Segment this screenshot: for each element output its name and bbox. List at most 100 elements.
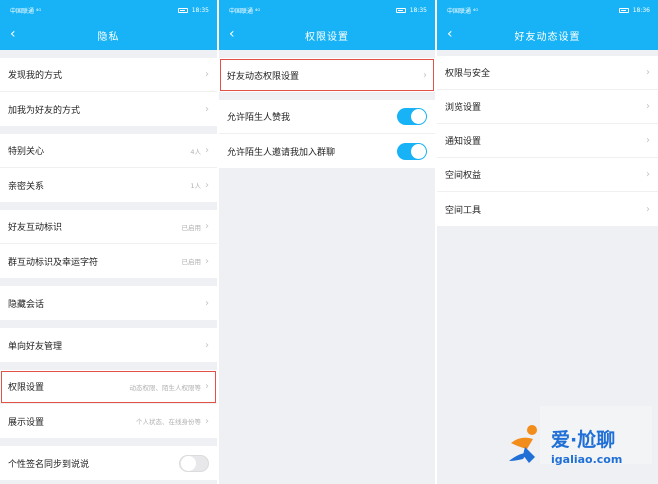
status-time: 18:35 [409, 6, 427, 14]
row-permission-settings[interactable]: 权限设置 动态权限、陌生人权限等 › [0, 370, 217, 404]
row-label: 浏览设置 [445, 103, 482, 113]
row-permission-security[interactable]: 权限与安全 › [437, 56, 658, 90]
status-bar: 中国联通 ⁴ᴳ 18:36 [437, 0, 658, 20]
row-label: 好友互动标识 [8, 223, 63, 233]
chevron-right-icon: › [423, 69, 427, 81]
row-label: 个性签名同步到说说 [8, 459, 90, 470]
chevron-right-icon: › [646, 135, 650, 146]
watermark-name: 爱·尬聊 [551, 428, 616, 451]
row-browse-settings[interactable]: 浏览设置 › [437, 90, 658, 124]
row-label: 空间权益 [445, 171, 482, 181]
back-arrow-icon[interactable]: ‹ [447, 27, 453, 41]
chevron-right-icon: › [205, 103, 209, 115]
row-value: 4人 [190, 147, 201, 156]
row-value: 动态权限、陌生人权限等 [129, 383, 202, 392]
chevron-right-icon: › [646, 169, 650, 180]
chevron-right-icon: › [205, 255, 209, 267]
permission-settings-screen: 中国联通 ⁴ᴳ 18:35 ‹ 权限设置 好友动态权限设置 › 允许陌生人赞我 … [219, 0, 435, 484]
chevron-right-icon: › [646, 101, 650, 112]
row-value: 1人 [190, 182, 201, 190]
chevron-right-icon: › [205, 297, 209, 309]
row-label: 单向好友管理 [8, 341, 63, 352]
settings-group: 好友动态权限设置 › [219, 58, 435, 92]
row-intimate-relation[interactable]: 亲密关系 1人 › [0, 168, 217, 202]
row-add-friend-method[interactable]: 加我为好友的方式 › [0, 92, 217, 126]
carrier-text: 中国联通 ⁴ᴳ [447, 7, 479, 15]
row-one-way-friends[interactable]: 单向好友管理 › [0, 328, 217, 362]
chevron-right-icon: › [205, 339, 209, 351]
allow-stranger-invite-toggle[interactable] [397, 142, 427, 160]
chevron-right-icon: › [646, 67, 650, 78]
status-bar: 中国联通 ⁴ᴳ 18:35 [0, 0, 217, 20]
row-label: 隐藏会话 [8, 299, 45, 310]
page-title: 隐私 [97, 31, 120, 43]
chevron-right-icon: › [205, 221, 209, 232]
chevron-right-icon: › [205, 415, 209, 427]
row-label: 允许陌生人赞我 [227, 113, 291, 123]
row-signature-sync: 个性签名同步到说说 [0, 446, 217, 480]
row-group-interaction-badge[interactable]: 群互动标识及幸运字符 已启用 › [0, 244, 217, 278]
toggle-knob [411, 143, 426, 159]
row-label: 权限与安全 [445, 69, 491, 79]
nav-bar: ‹ 隐私 [0, 20, 217, 50]
settings-group: 好友互动标识 已启用 › 群互动标识及幸运字符 已启用 › [0, 210, 217, 278]
battery-icon [618, 7, 629, 13]
settings-group: 隐藏会话 › [0, 286, 217, 320]
nav-bar: ‹ 权限设置 [219, 20, 435, 50]
row-label: 通知设置 [445, 137, 482, 147]
status-time: 18:36 [632, 6, 650, 14]
row-label: 权限设置 [8, 383, 45, 393]
row-display-settings[interactable]: 展示设置 个人状态、在线身份等 › [0, 404, 217, 438]
allow-stranger-like-toggle[interactable] [397, 108, 427, 125]
row-value: 已启用 [181, 223, 202, 232]
settings-group: 允许陌生人赞我 允许陌生人邀请我加入群聊 [219, 100, 435, 168]
row-label: 展示设置 [8, 417, 45, 428]
row-space-tools[interactable]: 空间工具 › [437, 192, 658, 226]
row-label: 空间工具 [445, 205, 482, 216]
row-value: 个人状态、在线身份等 [136, 418, 201, 426]
signature-sync-toggle[interactable] [179, 454, 209, 472]
row-label: 允许陌生人邀请我加入群聊 [227, 147, 336, 158]
row-discover-me[interactable]: 发现我的方式 › [0, 58, 217, 92]
row-hidden-chats[interactable]: 隐藏会话 › [0, 286, 217, 320]
carrier-text: 中国联通 ⁴ᴳ [10, 7, 42, 15]
row-allow-stranger-group-invite: 允许陌生人邀请我加入群聊 [219, 134, 435, 168]
settings-group: 单向好友管理 › [0, 328, 217, 362]
nav-bar: ‹ 好友动态设置 [437, 20, 658, 50]
row-label: 好友动态权限设置 [227, 71, 300, 82]
chevron-right-icon: › [205, 381, 209, 392]
watermark-url: igaliao.com [551, 452, 623, 466]
row-friend-interaction-badge[interactable]: 好友互动标识 已启用 › [0, 210, 217, 244]
back-arrow-icon[interactable]: ‹ [229, 27, 235, 41]
runner-logo-icon [509, 425, 537, 463]
battery-icon [177, 7, 188, 13]
settings-group: 发现我的方式 › 加我为好友的方式 › [0, 58, 217, 126]
settings-group: 特别关心 4人 › 亲密关系 1人 › [0, 134, 217, 202]
row-special-care[interactable]: 特别关心 4人 › [0, 134, 217, 168]
row-value: 已启用 [181, 258, 202, 266]
toggle-knob [411, 109, 426, 124]
site-watermark: 爱·尬聊 igaliao.com [505, 406, 655, 472]
status-time: 18:35 [191, 6, 209, 14]
row-space-benefits[interactable]: 空间权益 › [437, 158, 658, 192]
settings-group: 个性签名同步到说说 [0, 446, 217, 480]
chevron-right-icon: › [205, 179, 209, 191]
chevron-right-icon: › [205, 145, 209, 156]
row-label: 亲密关系 [8, 181, 45, 192]
row-allow-stranger-like: 允许陌生人赞我 [219, 100, 435, 134]
carrier-text: 中国联通 ⁴ᴳ [229, 7, 261, 15]
page-title: 好友动态设置 [514, 31, 581, 43]
row-notification-settings[interactable]: 通知设置 › [437, 124, 658, 158]
row-label: 发现我的方式 [8, 71, 63, 81]
privacy-screen: 中国联通 ⁴ᴳ 18:35 ‹ 隐私 发现我的方式 › 加我为好友的方式 › 特… [0, 0, 217, 484]
page-title: 权限设置 [305, 31, 349, 43]
row-label: 加我为好友的方式 [8, 105, 81, 116]
back-arrow-icon[interactable]: ‹ [10, 27, 16, 41]
chevron-right-icon: › [646, 203, 650, 215]
settings-group: 权限设置 动态权限、陌生人权限等 › 展示设置 个人状态、在线身份等 › [0, 370, 217, 438]
row-label: 特别关心 [8, 147, 45, 157]
row-friend-feed-permission[interactable]: 好友动态权限设置 › [219, 58, 435, 92]
chevron-right-icon: › [205, 69, 209, 80]
settings-group: 权限与安全 › 浏览设置 › 通知设置 › 空间权益 › 空间工具 › [437, 56, 658, 226]
row-label: 群互动标识及幸运字符 [8, 257, 99, 268]
